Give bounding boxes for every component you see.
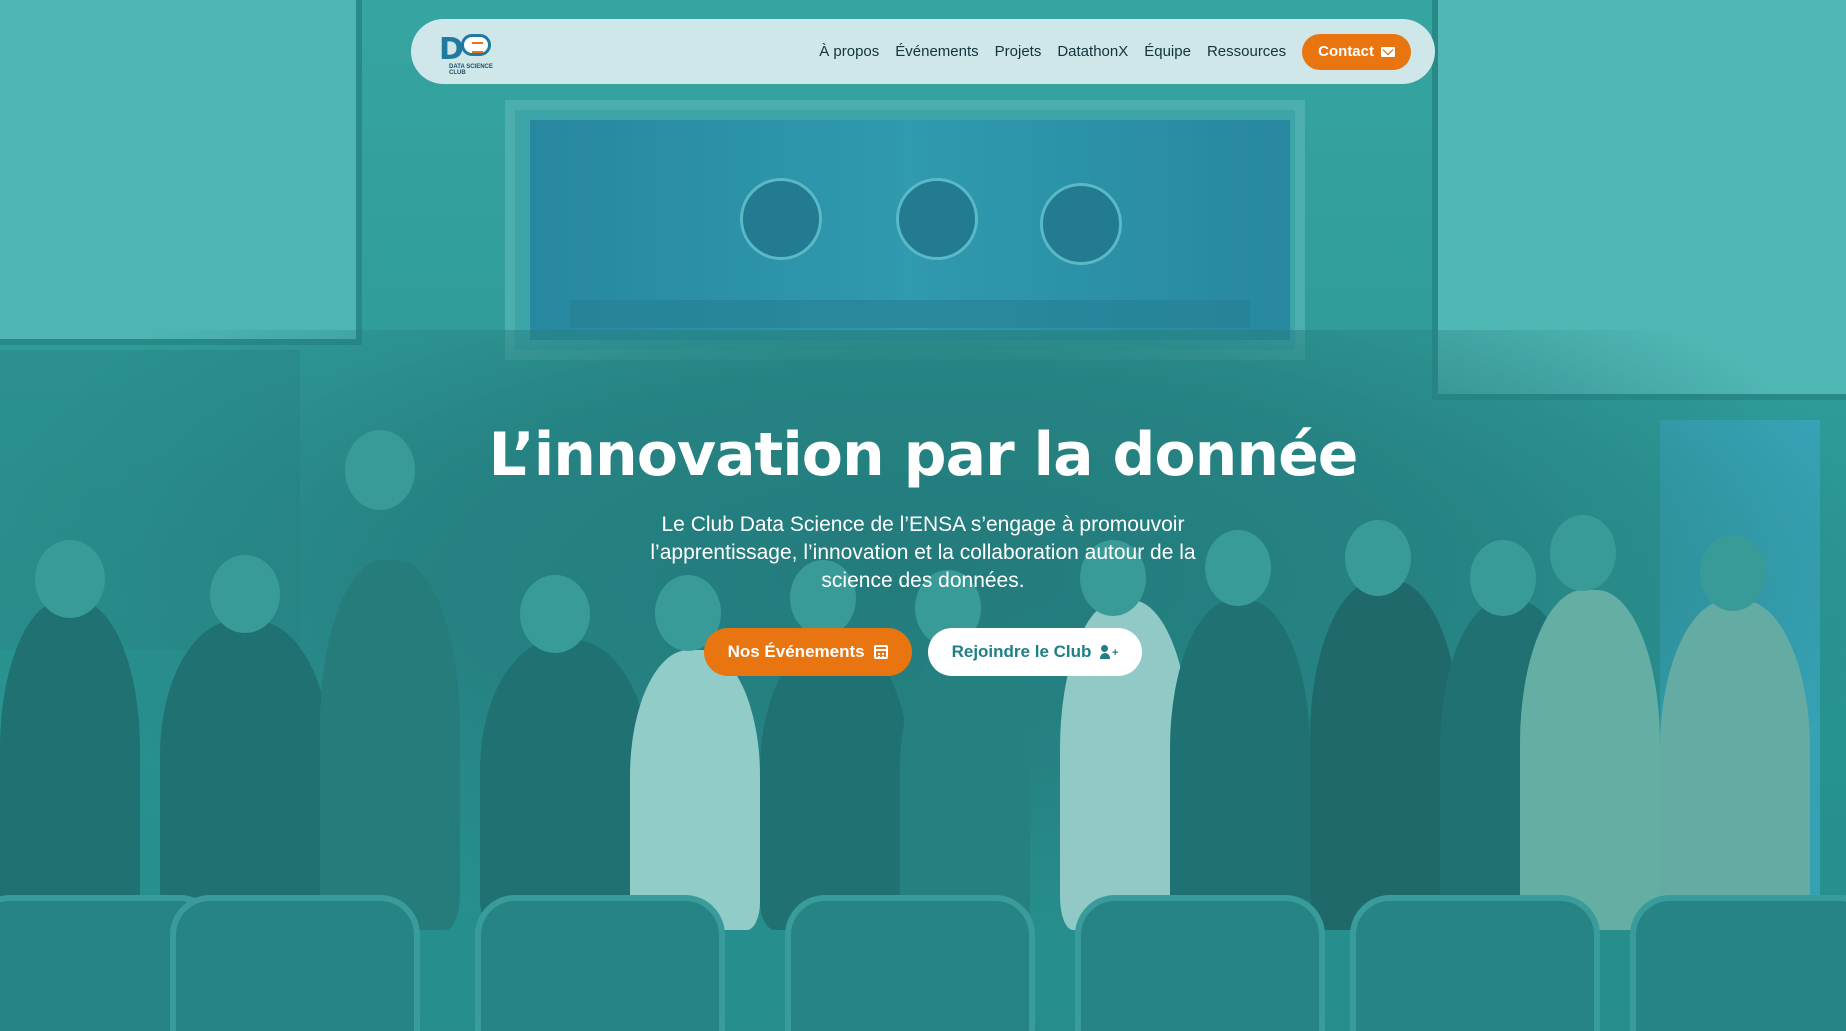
cloud-icon xyxy=(461,33,491,56)
contact-button[interactable]: Contact xyxy=(1302,33,1411,70)
envelope-icon xyxy=(1381,46,1395,57)
join-club-button[interactable]: Rejoindre le Club + xyxy=(927,628,1143,676)
nav-link-datathonx[interactable]: DatathonX xyxy=(1057,43,1128,60)
logo-mark: D xyxy=(439,31,464,67)
nav-link-projets[interactable]: Projets xyxy=(995,43,1042,60)
nav-link-a-propos[interactable]: À propos xyxy=(819,43,879,60)
club-logo[interactable]: D DATA SCIENCE CLUB xyxy=(439,28,499,76)
hero-headline: L’innovation par la donnée xyxy=(488,420,1359,490)
nav-link-equipe[interactable]: Équipe xyxy=(1144,43,1191,60)
user-plus-icon: + xyxy=(1100,645,1118,659)
hero-subtitle: Le Club Data Science de l’ENSA s’engage … xyxy=(650,513,1196,592)
events-button-label: Nos Événements xyxy=(727,642,865,661)
events-button[interactable]: Nos Événements xyxy=(703,628,912,676)
calendar-icon xyxy=(873,645,888,659)
logo-text: DATA SCIENCE CLUB xyxy=(449,63,493,76)
navbar: D DATA SCIENCE CLUB À propos Événements … xyxy=(411,19,1435,84)
nav-link-evenements[interactable]: Événements xyxy=(895,43,978,60)
join-club-button-label: Rejoindre le Club xyxy=(951,642,1092,661)
contact-button-label: Contact xyxy=(1318,43,1374,60)
nav-link-ressources[interactable]: Ressources xyxy=(1207,43,1286,60)
nav-links: À propos Événements Projets DatathonX Éq… xyxy=(819,33,1411,70)
hero-cta-row: Nos Événements Rejoindre le Club + xyxy=(0,628,1846,676)
hero-section: D DATA SCIENCE CLUB À propos Événements … xyxy=(0,0,1846,1031)
